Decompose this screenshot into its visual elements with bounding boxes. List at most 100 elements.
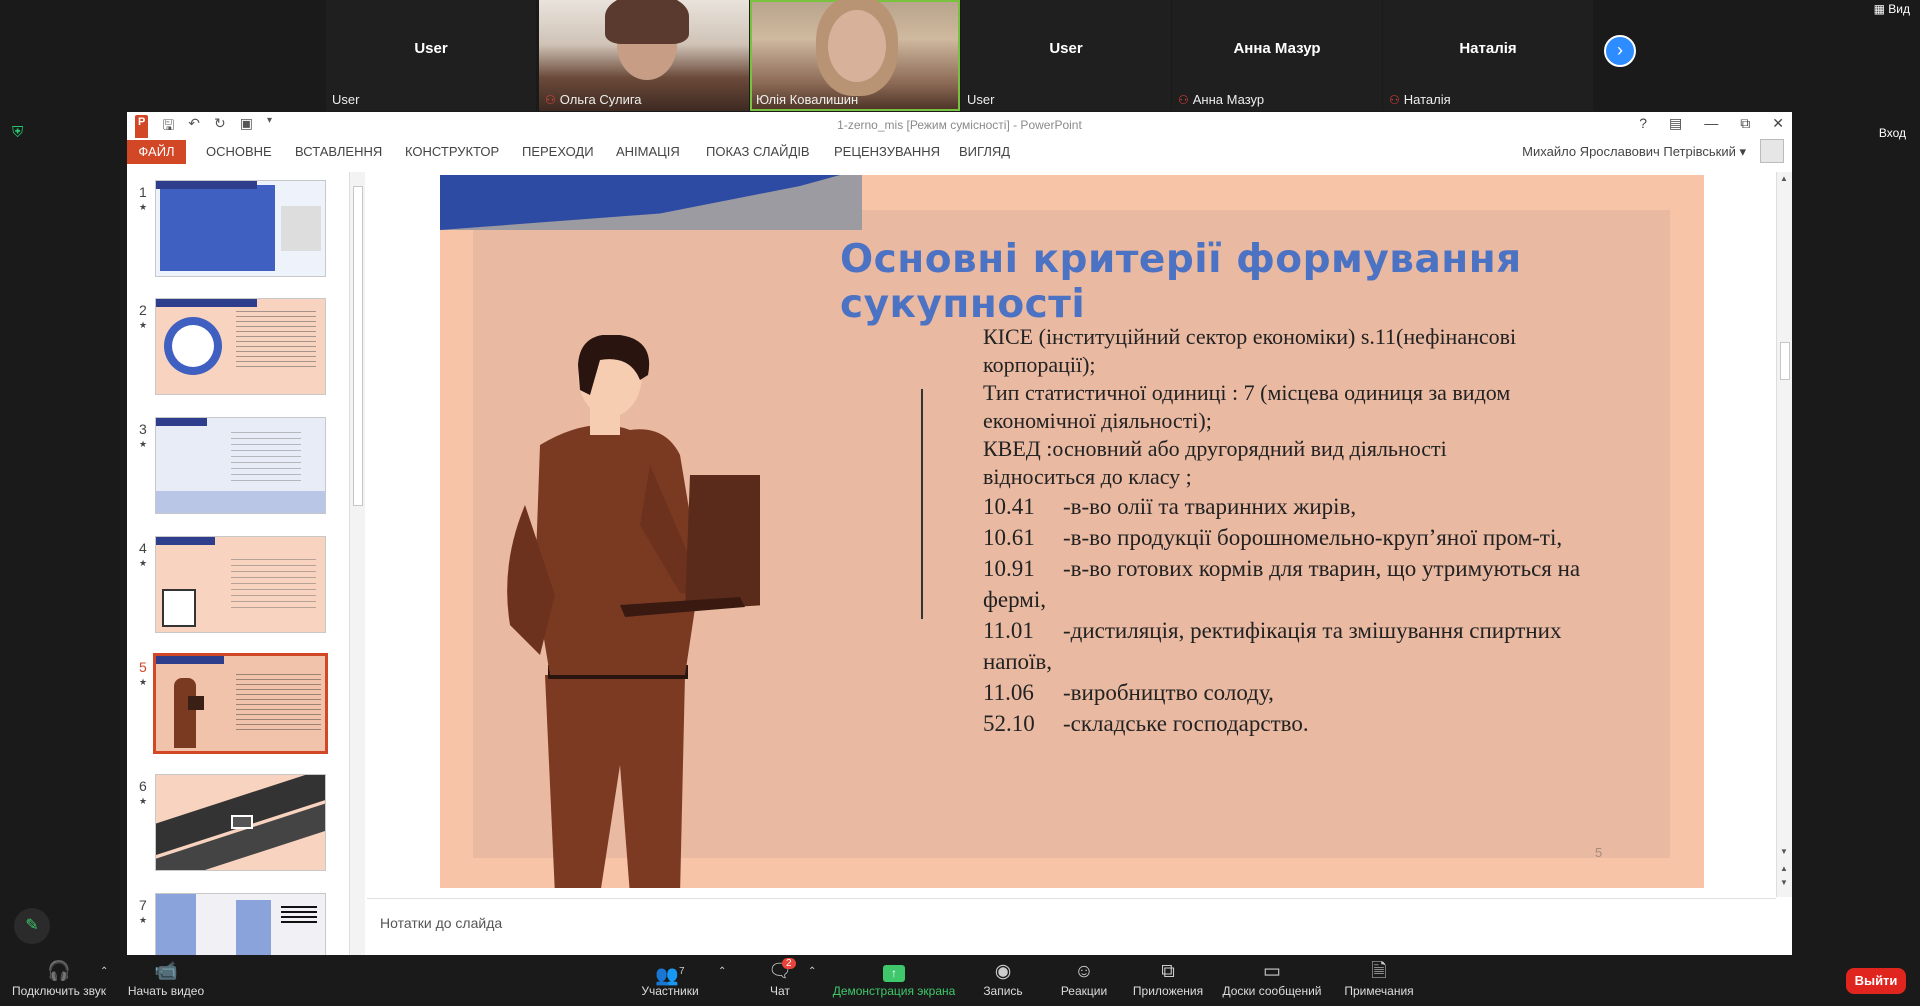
slide-thumbnail[interactable]: 3 ★	[127, 417, 349, 517]
help-icon[interactable]: ?	[1639, 115, 1647, 132]
kved-row: 10.41 -в-во олії та тваринних жирів,	[983, 494, 1357, 519]
participant-video-tile[interactable]: ⚇ Ольга Сулига	[539, 0, 749, 111]
slide-page-number: 5	[1595, 845, 1603, 860]
thumbnail-image	[155, 774, 326, 871]
kved-row: напоїв,	[983, 649, 1053, 674]
participants-button[interactable]: 👥7 Участники	[636, 960, 704, 998]
scrollbar-thumb[interactable]	[353, 186, 363, 506]
chat-unread-badge: 2	[782, 958, 796, 969]
animation-star-icon: ★	[139, 202, 148, 212]
participant-strip: User User ⚇ Ольга Сулига Юлія Ковалишин U…	[0, 0, 1920, 111]
powerpoint-window: P 🖫 ↶ ↻ ▣ ▾ 1-zerno_mis [Режим сумісност…	[127, 112, 1792, 955]
slide-thumbnail[interactable]: 7 ★	[127, 893, 349, 955]
tab-review[interactable]: РЕЦЕНЗУВАННЯ	[834, 144, 940, 159]
thumbnail-image	[155, 417, 326, 514]
thumbnail-image	[155, 536, 326, 633]
window-controls: ? ▤ — ⧉ ✕	[1639, 115, 1784, 132]
body-line: корпорації);	[983, 352, 1096, 377]
participant-video-tile[interactable]: Юлія Ковалишин	[750, 0, 960, 111]
grid-icon: ▦	[1873, 2, 1889, 16]
whiteboard-icon: ▭	[1263, 961, 1281, 982]
scroll-up-icon[interactable]: ▲	[1780, 174, 1788, 183]
thumbnails-scrollbar[interactable]	[349, 172, 365, 955]
annotate-pen-button[interactable]: ✎	[14, 908, 50, 944]
chevron-right-icon: ›	[1617, 40, 1623, 60]
share-screen-icon: ↑	[830, 960, 958, 984]
participant-name: User	[414, 40, 448, 57]
chat-button[interactable]: 🗨 2 Чат	[762, 958, 798, 998]
tab-design[interactable]: КОНСТРУКТОР	[405, 144, 499, 159]
slide-thumbnail[interactable]: 6 ★	[127, 774, 349, 874]
previous-slide-icon[interactable]: ▲	[1780, 864, 1788, 873]
tab-home[interactable]: ОСНОВНЕ	[206, 144, 272, 159]
reactions-button[interactable]: ☺ Реакции	[1058, 960, 1110, 998]
participant-tile[interactable]: User User	[326, 0, 536, 111]
participant-tile[interactable]: Наталія ⚇ Наталія	[1383, 0, 1593, 111]
animation-star-icon: ★	[139, 439, 148, 449]
participant-label: User	[332, 92, 360, 107]
security-shield-icon[interactable]: ⛨	[12, 124, 23, 141]
slide-thumbnail[interactable]: 2 ★	[127, 298, 349, 398]
body-line: КВЕД :основний або другорядний вид діяль…	[983, 436, 1447, 461]
join-audio-button[interactable]: 🎧 Подключить звук	[8, 960, 110, 998]
minimize-icon[interactable]: —	[1704, 115, 1718, 132]
participant-name: Наталія	[1459, 40, 1517, 57]
current-slide[interactable]: Основні критерії формування сукупності К…	[440, 175, 1704, 888]
kved-row: 11.01 -дистиляція, ректифікація та змішув…	[983, 618, 1562, 643]
window-title: 1-zerno_mis [Режим сумісності] - PowerPo…	[837, 118, 1082, 132]
notes-button[interactable]: 🗎 Примечания	[1342, 960, 1416, 998]
start-video-button[interactable]: 📹 Начать видео	[126, 960, 206, 998]
participants-options-chevron-icon[interactable]: ⌃	[718, 966, 726, 977]
participant-label: Ольга Сулига	[559, 92, 642, 107]
audio-options-chevron-icon[interactable]: ⌃	[100, 966, 108, 977]
body-line: КІСЕ (інституційний сектор економіки) s.…	[983, 324, 1517, 349]
tab-transitions[interactable]: ПЕРЕХОДИ	[522, 144, 594, 159]
scrollbar-thumb[interactable]	[1780, 342, 1790, 380]
record-button[interactable]: ◉ Запись	[980, 960, 1026, 998]
signed-in-user[interactable]: Михайло Ярославович Петрівський ▾	[1522, 144, 1746, 160]
tab-insert[interactable]: ВСТАВЛЕННЯ	[295, 144, 382, 159]
next-slide-icon[interactable]: ▼	[1780, 878, 1788, 887]
restore-icon[interactable]: ⧉	[1740, 115, 1750, 132]
slide-body-text[interactable]: КІСЕ (інституційний сектор економіки) s.…	[983, 323, 1633, 739]
tab-view[interactable]: ВИГЛЯД	[959, 144, 1010, 159]
mic-off-icon: ⚇	[1389, 92, 1400, 107]
slide-editing-area: Основні критерії формування сукупності К…	[367, 172, 1776, 897]
close-icon[interactable]: ✕	[1772, 115, 1784, 132]
thumbnail-image	[155, 298, 326, 395]
slide-thumbnail-selected[interactable]: 5 ★	[127, 653, 349, 755]
notes-pane[interactable]: Нотатки до слайда	[367, 898, 1776, 955]
tab-slideshow[interactable]: ПОКАЗ СЛАЙДІВ	[706, 144, 810, 159]
chat-options-chevron-icon[interactable]: ⌃	[808, 966, 816, 977]
record-icon: ◉	[994, 961, 1012, 982]
kved-row: 10.61 -в-во продукції борошномельно-круп’…	[983, 525, 1563, 550]
enter-label: Вход	[1878, 126, 1906, 140]
kved-row: 11.06 -виробництво солоду,	[983, 680, 1274, 705]
slide-thumbnail[interactable]: 1 ★	[127, 180, 349, 280]
share-screen-button[interactable]: ↑ Демонстрация экрана	[830, 960, 958, 998]
tab-file[interactable]: ФАЙЛ	[127, 140, 186, 164]
view-button[interactable]: ▦ Вид	[1874, 2, 1910, 16]
video-off-icon: 📹	[154, 961, 178, 982]
scroll-down-icon[interactable]: ▼	[1780, 847, 1788, 856]
pen-icon: ✎	[25, 917, 39, 934]
participant-tile[interactable]: Анна Мазур ⚇ Анна Мазур	[1172, 0, 1382, 111]
tab-animations[interactable]: АНІМАЦІЯ	[616, 144, 680, 159]
slide-thumbnail[interactable]: 4 ★	[127, 536, 349, 636]
body-line: Тип статистичної одиниці : 7 (місцева од…	[983, 380, 1511, 405]
slide-title[interactable]: Основні критерії формування сукупності	[840, 237, 1704, 327]
leave-meeting-button[interactable]: Выйти	[1846, 968, 1906, 994]
notes-icon: 🗎	[1371, 961, 1387, 982]
animation-star-icon: ★	[139, 320, 148, 330]
thumbnail-image	[155, 893, 326, 955]
slide-scrollbar[interactable]: ▲ ▼ ▲ ▼	[1776, 172, 1792, 897]
apps-button[interactable]: ⧉ Приложения	[1130, 960, 1206, 998]
participant-tile[interactable]: User User	[961, 0, 1171, 111]
avatar[interactable]	[1760, 139, 1784, 163]
next-page-button[interactable]: ›	[1604, 35, 1636, 67]
whiteboards-button[interactable]: ▭ Доски сообщений	[1220, 960, 1324, 998]
mic-off-icon: ⚇	[1178, 92, 1189, 107]
ribbon-display-icon[interactable]: ▤	[1669, 115, 1682, 132]
body-line: відноситься до класу ;	[983, 464, 1192, 489]
animation-star-icon: ★	[139, 558, 148, 568]
